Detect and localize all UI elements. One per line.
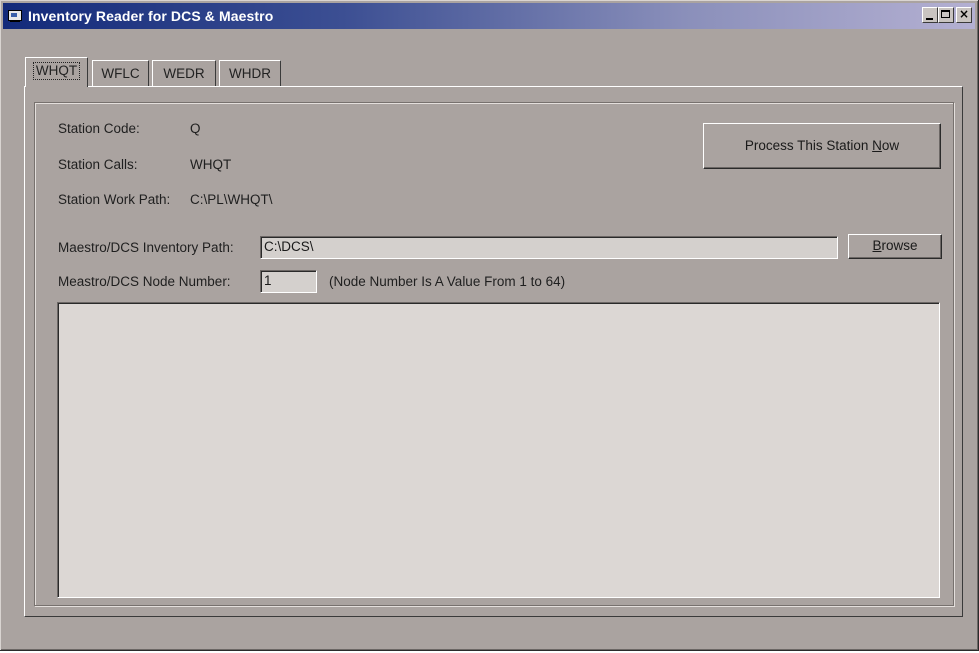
inventory-path-label: Maestro/DCS Inventory Path: <box>58 240 234 255</box>
tab-label: WFLC <box>101 66 140 81</box>
tab-label: WEDR <box>163 66 205 81</box>
tab-label: WHDR <box>229 66 271 81</box>
maximize-button[interactable] <box>938 7 954 23</box>
tab-label: WHQT <box>32 62 81 80</box>
tab-wflc[interactable]: WFLC <box>92 60 149 86</box>
station-work-path-value: C:\PL\WHQT\ <box>190 192 273 207</box>
station-code-label: Station Code: <box>58 121 140 136</box>
window-controls: × <box>922 7 972 23</box>
station-calls-label: Station Calls: <box>58 157 138 172</box>
maximize-icon <box>941 10 950 18</box>
app-icon[interactable] <box>7 9 23 23</box>
minimize-icon <box>926 18 933 20</box>
minimize-button[interactable] <box>922 7 938 23</box>
node-number-hint: (Node Number Is A Value From 1 to 64) <box>329 274 566 289</box>
main-window: Inventory Reader for DCS & Maestro × WHQ… <box>0 0 979 651</box>
close-button[interactable]: × <box>956 7 972 23</box>
process-station-button[interactable]: Process This Station Now <box>703 123 941 169</box>
title-bar[interactable]: Inventory Reader for DCS & Maestro × <box>3 3 975 29</box>
window-title: Inventory Reader for DCS & Maestro <box>28 8 274 24</box>
close-icon: × <box>958 7 970 21</box>
station-work-path-label: Station Work Path: <box>58 192 171 207</box>
station-code-value: Q <box>190 121 201 136</box>
node-number-label: Meastro/DCS Node Number: <box>58 274 231 289</box>
inventory-path-input[interactable]: C:\DCS\ <box>260 236 838 259</box>
node-number-input[interactable]: 1 <box>260 270 317 293</box>
process-button-label: Process This Station Now <box>744 138 900 153</box>
tab-wedr[interactable]: WEDR <box>152 60 216 86</box>
tab-whdr[interactable]: WHDR <box>219 60 281 86</box>
station-calls-value: WHQT <box>190 157 232 172</box>
browse-button-label: Browse <box>872 238 918 253</box>
browse-button[interactable]: Browse <box>848 234 942 259</box>
tab-whqt[interactable]: WHQT <box>25 57 88 87</box>
output-log[interactable] <box>57 302 940 598</box>
